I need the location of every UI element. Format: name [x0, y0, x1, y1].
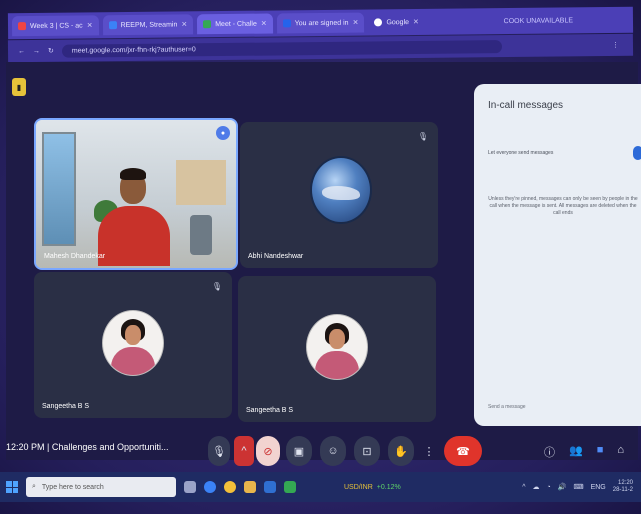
browser-tab-active[interactable]: Meet - Challe ✕	[197, 13, 273, 35]
browser-menu-icon[interactable]: ⋮	[612, 41, 619, 49]
activities-icon[interactable]: ⌂	[617, 444, 624, 460]
tab-favicon-icon	[108, 21, 117, 30]
panel-info-text: Unless they're pinned, messages can only…	[488, 196, 638, 216]
meeting-details: 12:20 PM | Challenges and Opportuniti...	[6, 442, 169, 452]
close-icon[interactable]: ✕	[413, 18, 419, 26]
more-options-button[interactable]: ⋮	[422, 436, 436, 466]
avatar	[306, 314, 368, 380]
system-tray: ^ ☁ ◔ 🔊 ⌨ ENG 12:20 28-11-2	[522, 480, 633, 494]
chrome-icon[interactable]	[224, 481, 236, 493]
mic-options-button[interactable]: ^	[234, 436, 254, 466]
volume-icon[interactable]: 🔊	[558, 483, 567, 491]
info-icon[interactable]: ⓘ	[544, 444, 555, 460]
more-vert-icon: ⋮	[423, 445, 435, 458]
participant-tile[interactable]: Sangeetha B S	[238, 276, 436, 422]
browser-tab[interactable]: Week 3 | CS - ac ✕	[11, 15, 99, 37]
task-view-icon[interactable]	[184, 481, 196, 493]
google-icon	[374, 18, 383, 27]
tab-favicon-icon	[203, 20, 212, 29]
cookie-notice: COOK UNAVAILABLE	[503, 16, 574, 25]
language-indicator[interactable]: ENG	[591, 484, 606, 491]
mic-muted-icon: 🎙	[211, 282, 222, 291]
taskbar-clock[interactable]: 12:20 28-11-2	[613, 480, 633, 494]
meet-app-icon[interactable]	[284, 481, 296, 493]
url-field[interactable]: meet.google.com/jxr-fhn-rkj?authuser=0	[61, 39, 502, 58]
avatar	[310, 156, 372, 224]
camera-off-icon: ⊘	[263, 445, 273, 458]
avatar	[102, 310, 164, 376]
close-icon[interactable]: ✕	[181, 20, 187, 28]
keyboard-icon[interactable]: ⌨	[573, 483, 583, 491]
windows-taskbar: ⌕ Type here to search USD/INR +0.12% ^ ☁…	[0, 472, 641, 502]
browser-tab[interactable]: REEPM, Streamin ✕	[102, 14, 194, 36]
in-call-messages-panel: In-call messages Let everyone send messa…	[474, 84, 641, 426]
phone-end-icon: ☎	[456, 445, 470, 458]
captions-button[interactable]: ▣	[286, 436, 312, 466]
mic-button[interactable]: 🎙	[208, 436, 230, 466]
captions-icon: ▣	[293, 445, 305, 458]
participant-name: Sangeetha B S	[42, 403, 90, 410]
browser-tab[interactable]: You are signed in ✕	[276, 12, 365, 34]
reactions-button[interactable]: ☺	[320, 436, 346, 466]
mail-icon[interactable]	[264, 481, 276, 493]
participant-tile[interactable]: ● Mahesh Dhandekar	[34, 118, 238, 270]
close-icon[interactable]: ✕	[261, 20, 267, 28]
toggle-label: Let everyone send messages	[488, 150, 554, 156]
raise-hand-button[interactable]: ✋	[388, 436, 414, 466]
chat-icon[interactable]: ■	[597, 444, 604, 460]
participant-name: Sangeetha B S	[246, 407, 294, 414]
chevron-up-icon[interactable]: ^	[522, 484, 525, 491]
participant-tile[interactable]: 🎙 Sangeetha B S	[34, 272, 232, 418]
taskbar-search-input[interactable]: ⌕ Type here to search	[26, 477, 176, 497]
present-button[interactable]: ⊡	[354, 436, 380, 466]
mic-icon: 🎙	[212, 445, 226, 458]
participant-name: Abhi Nandeshwar	[248, 253, 304, 260]
panel-title: In-call messages	[488, 100, 564, 111]
reload-icon[interactable]: ↻	[48, 47, 54, 55]
hand-icon: ✋	[394, 445, 408, 458]
meeting-tools: ⓘ 👥 ■ ⌂	[544, 444, 624, 460]
meeting-time: 12:20 PM	[6, 442, 45, 452]
messages-toggle[interactable]	[633, 146, 641, 160]
stock-widget[interactable]: USD/INR +0.12%	[344, 484, 401, 491]
meeting-title: Challenges and Opportuniti...	[51, 442, 169, 452]
speaking-indicator-icon: ●	[216, 126, 230, 140]
send-message-input[interactable]: Send a message	[488, 404, 526, 410]
edge-icon[interactable]	[204, 481, 216, 493]
mic-muted-icon: 🎙	[417, 132, 428, 141]
people-icon[interactable]: 👥	[569, 444, 583, 460]
close-icon[interactable]: ✕	[87, 21, 93, 29]
meet-logo-icon: ▮	[12, 78, 26, 96]
forward-icon[interactable]: →	[33, 47, 40, 54]
wifi-icon[interactable]: ◔	[547, 484, 551, 491]
file-explorer-icon[interactable]	[244, 481, 256, 493]
participant-tile[interactable]: 🎙 Abhi Nandeshwar	[240, 122, 438, 268]
search-icon: ⌕	[32, 483, 36, 490]
emoji-icon: ☺	[327, 445, 339, 457]
present-icon: ⊡	[362, 445, 372, 458]
windows-start-icon[interactable]	[6, 481, 18, 493]
close-icon[interactable]: ✕	[353, 19, 359, 27]
camera-button[interactable]: ⊘	[256, 436, 280, 466]
window-background	[42, 132, 76, 246]
leave-call-button[interactable]: ☎	[444, 436, 482, 466]
back-icon[interactable]: ←	[18, 48, 25, 55]
browser-tab[interactable]: Google ✕	[368, 12, 425, 33]
tab-favicon-icon	[17, 22, 27, 31]
participant-name: Mahesh Dhandekar	[44, 253, 106, 260]
tab-favicon-icon	[282, 19, 291, 28]
onedrive-icon[interactable]: ☁	[533, 483, 540, 491]
chevron-up-icon: ^	[241, 445, 247, 457]
